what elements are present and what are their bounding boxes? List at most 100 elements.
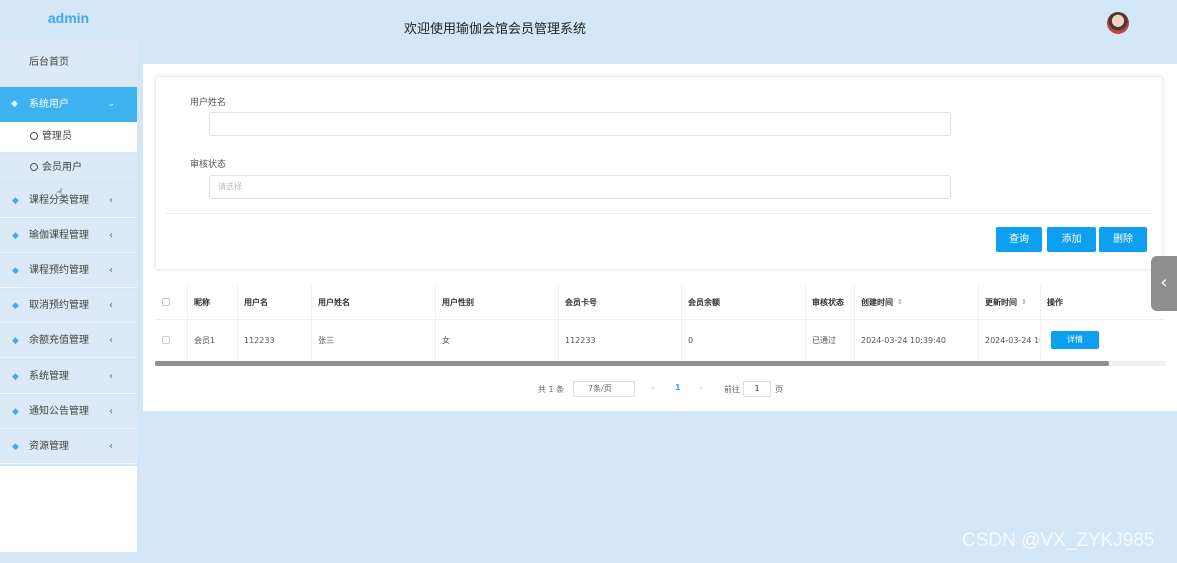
sidebar-item-label: 通知公告管理 xyxy=(29,406,89,417)
goto-label: 前往 xyxy=(724,385,740,394)
form-divider xyxy=(166,213,1152,214)
sidebar-item-course-category[interactable]: ◆ 课程分类管理 ‹ xyxy=(0,184,137,218)
sidebar-item-label: 系统管理 xyxy=(29,371,69,382)
diamond-icon: ◆ xyxy=(12,442,19,452)
cell-real-name: 张三 xyxy=(312,320,436,360)
diamond-icon: ◆ xyxy=(12,407,19,417)
circle-check-icon xyxy=(30,132,38,140)
chevron-left-icon: ‹ xyxy=(109,371,113,382)
sidebar-item-label: 余额充值管理 xyxy=(29,335,89,346)
cell-card-no: 112233 xyxy=(559,320,682,360)
page-number-1[interactable]: 1 xyxy=(675,383,681,392)
sidebar-item-balance-recharge[interactable]: ◆ 余额充值管理 ‹ xyxy=(0,324,137,358)
pagination: 共 1 条 7条/页 ‹ 1 › 前往 1 页 xyxy=(143,381,1177,397)
diamond-icon: ◆ xyxy=(12,372,19,382)
page-title: 欢迎使用瑜伽会馆会员管理系统 xyxy=(404,22,587,37)
status-label: 审核状态 xyxy=(190,160,227,170)
chevron-down-icon: ⌄ xyxy=(107,99,115,109)
row-checkbox-cell xyxy=(155,320,188,360)
sidebar-blank-area xyxy=(0,466,137,552)
page-size-select[interactable]: 7条/页 xyxy=(573,381,635,397)
header-created-time[interactable]: 创建时间 ⇕ xyxy=(855,285,979,319)
collapse-panel-button[interactable]: ‹ xyxy=(1151,256,1177,311)
data-table: 昵称 用户名 用户姓名 用户性别 会员卡号 会员余额 审核状态 创建时间 ⇕ 更新… xyxy=(155,285,1165,361)
row-checkbox[interactable] xyxy=(162,336,170,344)
sidebar-item-label: 取消预约管理 xyxy=(29,300,89,311)
cell-audit-status: 已通过 xyxy=(806,320,855,360)
table-row: 会员1 112233 张三 女 112233 0 已通过 2024-03-24 … xyxy=(155,320,1165,360)
sort-icon[interactable]: ⇕ xyxy=(897,298,903,306)
sidebar-item-label: 系统用户 xyxy=(29,99,69,110)
cell-nickname: 会员1 xyxy=(188,320,238,360)
goto-page-input[interactable]: 1 xyxy=(743,381,771,397)
table-header: 昵称 用户名 用户姓名 用户性别 会员卡号 会员余额 审核状态 创建时间 ⇕ 更新… xyxy=(155,285,1165,320)
sidebar-item-yoga-course[interactable]: ◆ 瑜伽课程管理 ‹ xyxy=(0,219,137,253)
pagination-total: 共 1 条 xyxy=(538,385,565,394)
header-created-time-label: 创建时间 xyxy=(861,297,893,307)
name-input[interactable] xyxy=(209,112,951,136)
header-audit-status: 审核状态 xyxy=(806,285,855,319)
sidebar-subitem-member[interactable]: 会员用户 xyxy=(0,153,137,183)
header-actions: 操作 xyxy=(1047,297,1063,307)
prev-page-button[interactable]: ‹ xyxy=(651,383,654,392)
sidebar-item-course-booking[interactable]: ◆ 课程预约管理 ‹ xyxy=(0,254,137,288)
header-gender: 用户性别 xyxy=(436,285,559,319)
sidebar-item-system-users[interactable]: ◆ 系统用户 ⌄ xyxy=(0,87,137,122)
name-label: 用户姓名 xyxy=(190,98,227,108)
cell-updated-time: 2024-03-24 10 xyxy=(979,320,1041,360)
cell-gender: 女 xyxy=(436,320,559,360)
diamond-icon: ◆ xyxy=(12,336,19,346)
chevron-left-icon: ‹ xyxy=(109,406,113,417)
brand-logo: admin xyxy=(47,10,90,26)
sidebar-item-label: 课程预约管理 xyxy=(29,265,89,276)
sort-icon[interactable]: ⇕ xyxy=(1021,298,1027,306)
chevron-left-icon: ‹ xyxy=(109,230,113,241)
header-updated-time[interactable]: 更新时间 ⇕ xyxy=(979,285,1041,319)
circle-check-icon xyxy=(30,163,38,171)
select-all-checkbox-cell xyxy=(155,285,188,319)
avatar[interactable] xyxy=(1107,12,1129,34)
sidebar: admin 后台首页 ◆ 系统用户 ⌄ 管理员 会员用户 ◆ 课程分类管理 ‹ … xyxy=(0,0,137,552)
chevron-left-icon: ‹ xyxy=(1160,272,1168,293)
header-card-no: 会员卡号 xyxy=(559,285,682,319)
sidebar-item-notice[interactable]: ◆ 通知公告管理 ‹ xyxy=(0,395,137,429)
query-button[interactable]: 查询 xyxy=(996,227,1042,252)
sidebar-subitem-label: 管理员 xyxy=(42,131,72,142)
header-nickname: 昵称 xyxy=(188,285,238,319)
sidebar-item-resources[interactable]: ◆ 资源管理 ‹ xyxy=(0,430,137,464)
main-panel: 用户姓名 审核状态 请选择 查询 添加 删除 昵称 用户名 用户姓名 用户性别 … xyxy=(143,64,1177,411)
header-updated-time-label: 更新时间 xyxy=(985,297,1017,307)
hand-cursor-icon: ☝ xyxy=(56,186,64,200)
chevron-left-icon: ‹ xyxy=(109,441,113,452)
sidebar-item-cancel-booking[interactable]: ◆ 取消预约管理 ‹ xyxy=(0,289,137,323)
chevron-left-icon: ‹ xyxy=(109,195,113,206)
search-form: 用户姓名 审核状态 请选择 查询 添加 删除 xyxy=(155,76,1163,270)
diamond-icon: ◆ xyxy=(12,266,19,276)
sidebar-subitem-admin[interactable]: 管理员 xyxy=(0,122,137,152)
delete-button[interactable]: 删除 xyxy=(1099,227,1147,252)
detail-button[interactable]: 详情 xyxy=(1051,331,1099,349)
cell-username: 112233 xyxy=(238,320,312,360)
diamond-icon: ◆ xyxy=(12,301,19,311)
diamond-icon: ◆ xyxy=(12,196,19,206)
chevron-left-icon: ‹ xyxy=(109,300,113,311)
status-select[interactable]: 请选择 xyxy=(209,175,951,199)
cell-actions: 详情 xyxy=(1041,320,1165,360)
select-all-checkbox[interactable] xyxy=(162,298,170,306)
sidebar-item-system-management[interactable]: ◆ 系统管理 ‹ xyxy=(0,360,137,394)
sidebar-item-home[interactable]: 后台首页 xyxy=(0,40,137,86)
page-suffix: 页 xyxy=(775,385,783,394)
header-balance: 会员余额 xyxy=(682,285,806,319)
cell-balance: 0 xyxy=(682,320,806,360)
sidebar-subitem-label: 会员用户 xyxy=(42,162,82,173)
chevron-left-icon: ‹ xyxy=(109,265,113,276)
add-button[interactable]: 添加 xyxy=(1047,227,1096,252)
horizontal-scrollbar[interactable] xyxy=(155,361,1109,366)
sidebar-item-label: 资源管理 xyxy=(29,441,69,452)
next-page-button[interactable]: › xyxy=(699,383,702,392)
diamond-icon: ◆ xyxy=(12,231,19,241)
watermark: CSDN @VX_ZYKJ985 xyxy=(962,530,1155,551)
header-real-name: 用户姓名 xyxy=(312,285,436,319)
diamond-icon: ◆ xyxy=(11,99,18,109)
sidebar-item-label: 瑜伽课程管理 xyxy=(29,230,89,241)
